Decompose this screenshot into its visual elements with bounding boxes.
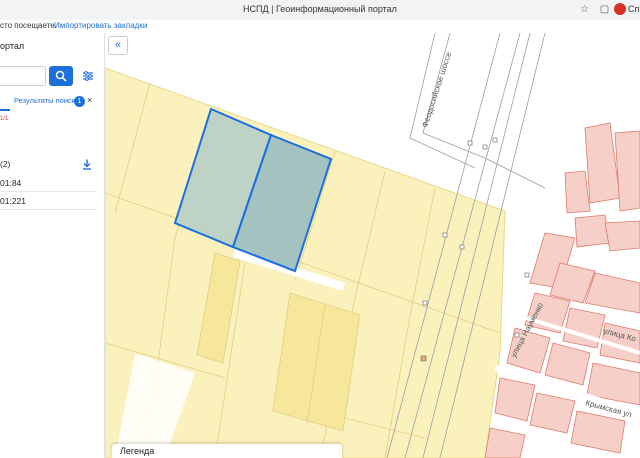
filter-icon — [83, 71, 93, 81]
list-item-label: 01:84 — [0, 178, 22, 188]
profile-avatar[interactable] — [614, 3, 626, 15]
active-tab-indicator — [0, 109, 10, 111]
download-icon — [83, 159, 91, 170]
search-button[interactable] — [49, 66, 73, 86]
list-item[interactable]: 01:221 — [0, 193, 96, 210]
left-panel: ортал Результаты поиска 1 × 1/1 (2) 01:8… — [0, 33, 105, 458]
panel-title: ортал — [0, 41, 25, 51]
bookmarks-hint: сто посещаете. — [0, 21, 57, 30]
legend-panel[interactable]: Легенда — [112, 444, 342, 458]
bookmarks-bar: сто посещаете. Импортировать закладки — [0, 20, 640, 34]
street-label-highway: Феодосийское шоссе — [420, 50, 453, 128]
filter-button[interactable] — [78, 66, 100, 86]
results-count-badge: 1 — [74, 96, 85, 107]
list-item[interactable]: 01:84 — [0, 175, 96, 192]
extension-icon[interactable]: ▢ — [598, 3, 611, 16]
map-canvas[interactable]: Феодосийское шоссе улица Науменко улица … — [105, 33, 640, 458]
list-item-label: 01:221 — [0, 196, 26, 206]
search-input[interactable] — [0, 66, 46, 86]
search-icon — [55, 70, 67, 82]
map-view[interactable]: Феодосийское шоссе улица Науменко улица … — [105, 33, 640, 458]
tab-search-results-label: Результаты поиска — [14, 96, 80, 105]
red-counter: 1/1 — [0, 116, 9, 122]
collapse-icon: « — [114, 39, 122, 51]
legend-title: Легенда — [120, 446, 155, 456]
close-icon[interactable]: × — [87, 95, 92, 105]
tab-search-results[interactable]: Результаты поиска 1 × — [0, 95, 104, 111]
window-title: НСПД | Геоинформационный портал — [243, 4, 397, 14]
group-count: (2) — [0, 159, 11, 169]
profile-label[interactable]: Сп — [628, 4, 639, 14]
download-button[interactable] — [82, 157, 92, 175]
import-bookmarks-link[interactable]: Импортировать закладки — [54, 21, 147, 30]
browser-title-bar: НСПД | Геоинформационный портал ☆ ▢ Сп — [0, 0, 640, 21]
star-icon[interactable]: ☆ — [578, 3, 591, 16]
collapse-panel-button[interactable]: « — [108, 36, 128, 55]
